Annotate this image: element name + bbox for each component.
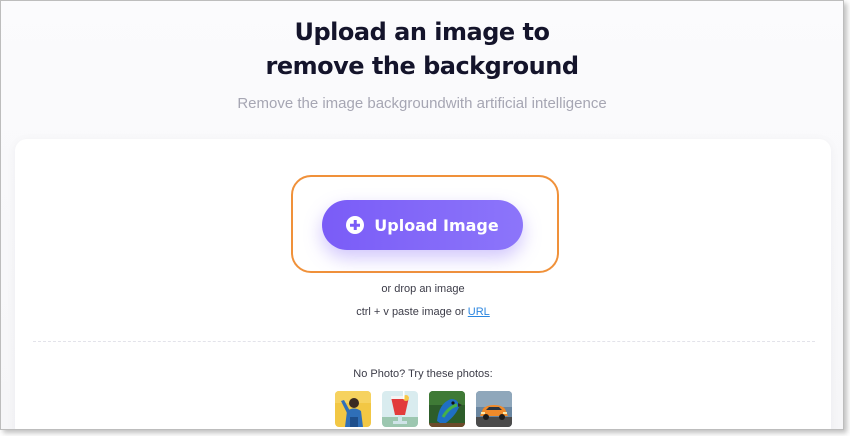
drink-photo-icon <box>382 391 418 427</box>
paste-image-text: ctrl + v paste image or <box>356 306 465 318</box>
plus-circle-icon <box>346 216 365 234</box>
car-photo-icon <box>476 391 512 427</box>
url-link[interactable]: URL <box>468 306 490 318</box>
sample-photo-car[interactable] <box>476 391 512 427</box>
parrot-photo-icon <box>429 391 465 427</box>
upload-image-button-label: Upload Image <box>374 215 499 235</box>
drop-image-hint: or drop an image <box>381 283 465 295</box>
sample-photo-drink[interactable] <box>382 391 418 427</box>
page-subtitle: Remove the image backgroundwith artifici… <box>237 95 607 112</box>
paste-image-hint: ctrl + v paste image or URL <box>15 306 831 318</box>
sample-photo-person[interactable] <box>335 391 371 427</box>
sample-photos-list <box>335 391 512 427</box>
section-divider <box>33 341 815 342</box>
sample-photo-parrot[interactable] <box>429 391 465 427</box>
upload-image-button[interactable]: Upload Image <box>322 200 523 250</box>
upload-card: Upload Image or drop an image ctrl + v p… <box>15 139 831 429</box>
app-window: Upload an image to remove the background… <box>0 0 844 430</box>
person-photo-icon <box>335 391 371 427</box>
page-title-line-2: remove the background <box>265 52 580 80</box>
page-title-line-1: Upload an image to <box>294 18 550 46</box>
sample-photos-prompt: No Photo? Try these photos: <box>353 368 493 380</box>
page-title: Upload an image to remove the background <box>1 15 843 83</box>
